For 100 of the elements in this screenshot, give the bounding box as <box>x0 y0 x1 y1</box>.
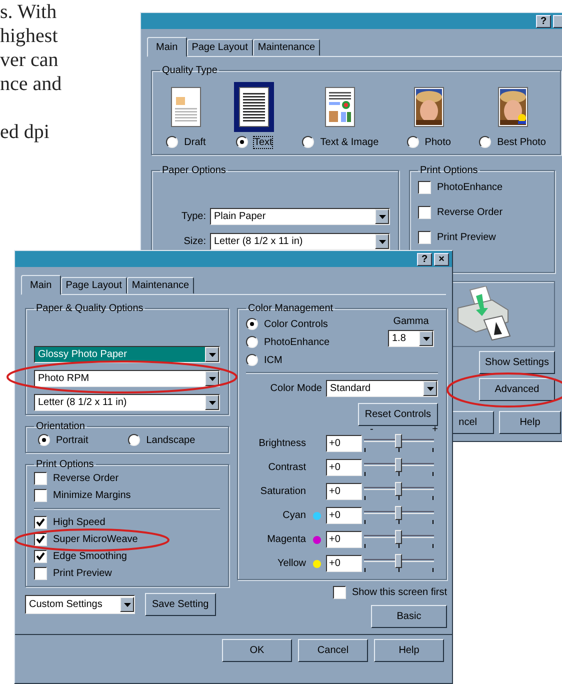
radio-button[interactable] <box>246 336 258 348</box>
checkbox-label: Super MicroWeave <box>53 534 138 545</box>
body-text: s. With highest ver can nce and <box>0 0 63 96</box>
radio-button[interactable] <box>479 136 492 148</box>
slider-label: Cyan <box>282 510 307 521</box>
radio-label: Portrait <box>56 434 88 446</box>
tick-marks <box>364 472 434 477</box>
gamma-dropdown[interactable]: 1.8 <box>388 330 434 347</box>
dialog-button[interactable]: Advanced <box>479 378 555 401</box>
checkbox[interactable] <box>34 516 47 529</box>
slider-label: Brightness <box>258 438 307 449</box>
checkbox[interactable] <box>418 181 431 194</box>
slider-label: Contrast <box>267 462 307 473</box>
tab[interactable]: Maintenance <box>126 277 194 294</box>
radio-label: Color Controls <box>264 318 328 330</box>
checkbox-label: Reverse Order <box>437 207 503 218</box>
slider-thumb[interactable] <box>395 434 402 448</box>
group-title: Print Options <box>35 459 95 470</box>
checkbox[interactable] <box>34 567 47 580</box>
slider-thumb[interactable] <box>395 482 402 496</box>
radio-label: Photo <box>424 136 451 148</box>
radio-button[interactable] <box>406 136 419 148</box>
checkbox-label: High Speed <box>53 517 106 528</box>
checkbox[interactable] <box>332 586 346 599</box>
group-title: Paper & Quality Options <box>35 303 144 314</box>
checkbox-label: Show this screen first <box>352 587 447 598</box>
slider-thumb[interactable] <box>395 458 402 472</box>
dialog-button[interactable]: Show Settings <box>479 351 555 374</box>
tab[interactable]: Maintenance <box>252 39 320 56</box>
checkbox[interactable] <box>34 472 47 485</box>
dropdown-field[interactable]: Letter (8 1/2 x 11 in) <box>210 233 390 250</box>
scale-label: + <box>432 426 438 434</box>
value-field[interactable]: +0 <box>326 459 362 476</box>
value-field[interactable]: +0 <box>326 531 362 548</box>
dialog-button[interactable]: OK <box>222 639 292 662</box>
checkbox[interactable] <box>418 206 431 219</box>
slider-label: Saturation <box>259 486 307 497</box>
tab[interactable]: Page Layout <box>186 39 253 56</box>
group-title: Paper Options <box>161 165 227 176</box>
dropdown-field[interactable]: Photo RPM <box>34 370 220 387</box>
slider-label: Yellow <box>276 558 307 569</box>
checkbox-label: PhotoEnhance <box>437 182 503 193</box>
radio-label: ICM <box>264 354 282 366</box>
color-mode-dropdown[interactable]: Standard <box>326 380 438 397</box>
checkbox[interactable] <box>418 231 431 244</box>
field-label: Color Mode <box>270 383 322 394</box>
dropdown-field[interactable]: Letter (8 1/2 x 11 in) <box>34 394 220 411</box>
checkbox-label: Edge Smoothing <box>53 551 127 562</box>
value-field[interactable]: +0 <box>326 507 362 524</box>
radio-button[interactable] <box>128 434 140 446</box>
slider-thumb[interactable] <box>395 506 402 520</box>
checkbox[interactable] <box>34 533 47 546</box>
slider-label: Magenta <box>266 534 307 545</box>
scale-label: - <box>370 426 374 434</box>
dialog-button[interactable]: Help <box>374 639 444 662</box>
tick-marks <box>364 568 434 573</box>
tab[interactable]: Main <box>147 37 187 57</box>
group-title: Quality Type <box>161 65 218 76</box>
radio-button[interactable] <box>38 434 50 446</box>
radio-label: Text & Image <box>320 136 379 148</box>
slider-thumb[interactable] <box>395 530 402 544</box>
value-field[interactable]: +0 <box>326 435 362 452</box>
mixed-document-icon <box>325 87 356 127</box>
radio-button[interactable] <box>302 136 314 148</box>
checkbox[interactable] <box>34 550 47 563</box>
radio-button[interactable] <box>246 318 258 330</box>
field-label: Size: <box>182 236 206 247</box>
value-field[interactable]: +0 <box>326 555 362 572</box>
checkbox-label: Minimize Margins <box>53 490 131 501</box>
tab[interactable]: Page Layout <box>60 277 127 294</box>
radio-label: Text <box>254 136 272 148</box>
settings-dropdown[interactable]: Custom Settings <box>25 595 135 614</box>
reset-button[interactable]: Reset Controls <box>358 403 438 426</box>
tab[interactable]: Main <box>21 275 61 295</box>
field-label: Type: <box>180 211 206 222</box>
radio-button[interactable] <box>166 136 178 148</box>
dialog-button[interactable]: Cancel <box>298 639 368 662</box>
dropdown-field[interactable]: Glossy Photo Paper <box>34 346 220 363</box>
basic-button[interactable]: Basic <box>371 605 447 628</box>
radio-button[interactable] <box>246 354 258 366</box>
field-label: Gamma <box>393 316 429 327</box>
title-bar-button[interactable]: ? <box>536 14 551 28</box>
body-text: ed dpi <box>0 120 50 144</box>
dropdown-field[interactable]: Plain Paper <box>210 208 390 225</box>
value-field[interactable]: +0 <box>326 483 362 500</box>
checkbox-label: Print Preview <box>53 568 112 579</box>
slider-thumb[interactable] <box>395 554 402 568</box>
draft-document-icon <box>171 87 201 127</box>
group-title: Print Options <box>419 165 479 176</box>
title-bar-button[interactable]: ? <box>417 252 432 266</box>
dialog-button[interactable]: Help <box>499 411 561 434</box>
title-bar-button[interactable]: × <box>434 252 449 266</box>
group-title: Orientation <box>35 421 86 432</box>
radio-button[interactable] <box>236 136 248 148</box>
radio-label: Landscape <box>146 434 196 446</box>
save-button[interactable]: Save Setting <box>145 593 216 616</box>
checkbox[interactable] <box>34 489 47 502</box>
tick-marks <box>364 544 434 549</box>
tick-marks <box>364 496 434 501</box>
checkbox-label: Reverse Order <box>53 473 119 484</box>
